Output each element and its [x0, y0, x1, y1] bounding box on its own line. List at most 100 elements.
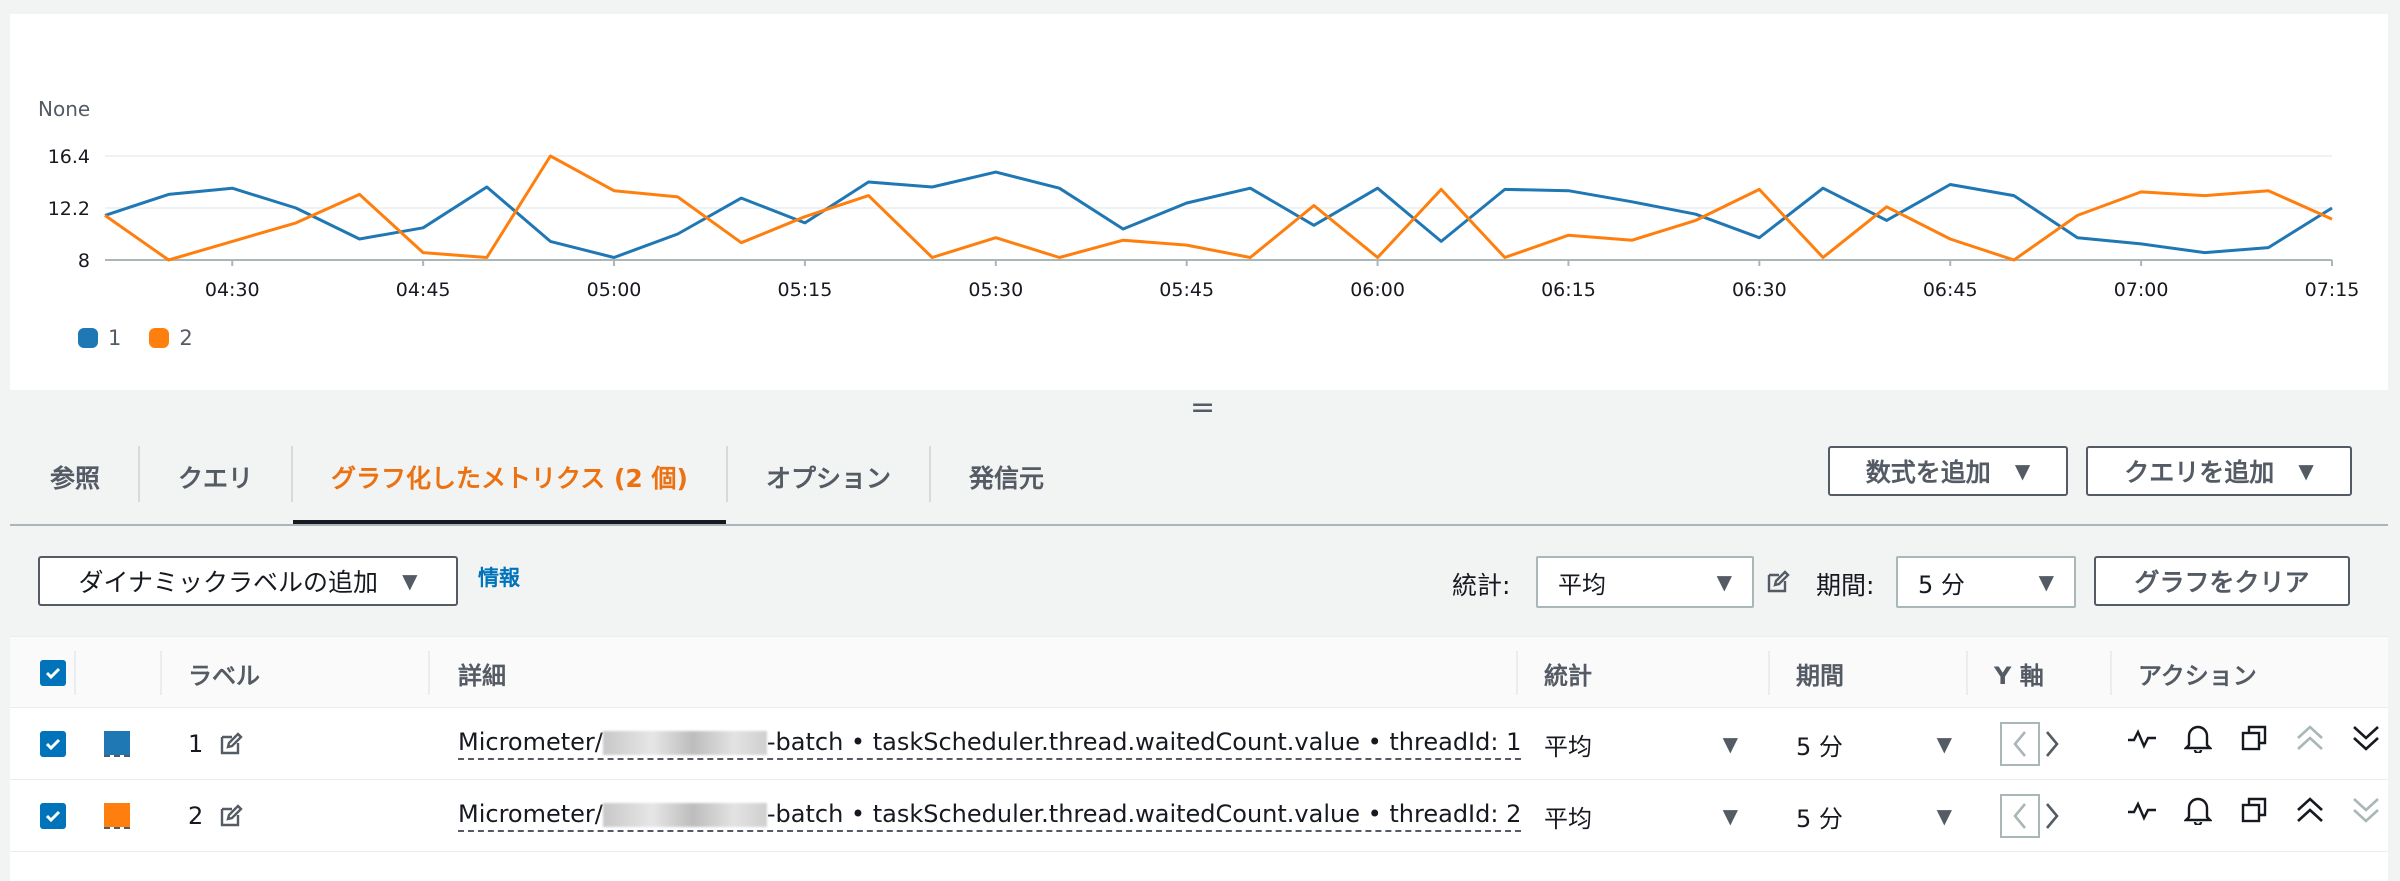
row-detail-cell: Micrometer/ -batch • taskScheduler.thread…	[458, 780, 1522, 852]
detail-suffix: -batch • taskScheduler.thread.waitedCoun…	[766, 728, 1522, 756]
row-checkbox[interactable]	[40, 731, 66, 757]
x-tick-label: 06:45	[1923, 279, 1978, 301]
caret-down-icon: ▼	[1716, 570, 1732, 594]
select-all-cell	[40, 637, 66, 709]
tab-browse[interactable]: 参照	[10, 430, 138, 524]
yaxis-left-button[interactable]	[2000, 722, 2040, 766]
header-details: 詳細	[458, 661, 506, 690]
x-tick-label: 06:30	[1732, 279, 1787, 301]
chart-legend: 1 2	[78, 326, 193, 350]
x-tick-label: 05:45	[1159, 279, 1214, 301]
period-select[interactable]: 5 分 ▼	[1896, 556, 2076, 608]
row-period-select[interactable]: 5 分 ▼	[1796, 708, 1952, 780]
caret-down-icon: ▼	[1936, 804, 1952, 828]
edit-stat-icon[interactable]	[1766, 570, 1790, 594]
row-label-cell: 1	[188, 708, 243, 780]
x-tick-label: 06:00	[1350, 279, 1405, 301]
chevron-right-icon[interactable]	[2040, 729, 2064, 759]
stat-label: 統計:	[1452, 571, 1511, 600]
header-divider	[1516, 651, 1518, 695]
clear-graph-button[interactable]: グラフをクリア	[2094, 556, 2350, 606]
sparkline-icon[interactable]	[2126, 794, 2158, 826]
add-dynamic-label-button[interactable]: ダイナミックラベルの追加 ▼	[38, 556, 458, 606]
caret-down-icon: ▼	[1936, 732, 1952, 756]
row-checkbox[interactable]	[40, 803, 66, 829]
add-query-button[interactable]: クエリを追加 ▼	[2086, 446, 2352, 496]
edit-label-icon[interactable]	[219, 732, 243, 756]
series-color-swatch[interactable]	[104, 803, 130, 829]
tab-options[interactable]: オプション	[728, 430, 929, 524]
yaxis-toggle[interactable]	[2000, 722, 2070, 766]
line-chart: None 16.4 12.2 8 04:30 04:45 05:00 05:15 05:30 05…	[38, 97, 2360, 301]
table-row: 1 Micrometer/ -batch • taskScheduler.thre…	[10, 708, 2388, 780]
header-divider	[2110, 651, 2112, 695]
edit-label-icon[interactable]	[219, 804, 243, 828]
info-link[interactable]: 情報	[478, 562, 520, 592]
series-color-swatch[interactable]	[104, 731, 130, 757]
chevron-right-icon[interactable]	[2040, 801, 2064, 831]
move-down-icon	[2350, 794, 2382, 826]
caret-down-icon: ▼	[402, 569, 418, 593]
row-period-value: 5 分	[1796, 804, 1843, 833]
add-dynamic-label-text: ダイナミックラベルの追加	[78, 568, 379, 597]
row-checkbox-cell	[40, 780, 66, 852]
legend-label-1: 1	[108, 326, 122, 350]
row-stat-select[interactable]: 平均 ▼	[1544, 780, 1738, 852]
header-actions: アクション	[2138, 661, 2257, 690]
detail-suffix: -batch • taskScheduler.thread.waitedCoun…	[766, 800, 1522, 828]
metric-detail[interactable]: Micrometer/ -batch • taskScheduler.thread…	[458, 728, 1522, 760]
check-icon	[45, 667, 61, 680]
resize-handle[interactable]: =	[1190, 393, 1215, 423]
alarm-bell-icon[interactable]	[2182, 794, 2214, 826]
y-tick-label: 8	[78, 250, 90, 272]
metrics-table: ラベル 詳細 統計 期間 Y 軸 アクション 1 Micrometer/ -bat…	[10, 636, 2388, 881]
chevron-left-icon	[2013, 731, 2026, 757]
row-actions	[2126, 794, 2382, 826]
duplicate-icon[interactable]	[2238, 722, 2270, 754]
legend-item-1[interactable]: 1	[78, 326, 121, 350]
series-line-1	[104, 170, 2333, 259]
move-up-icon	[2294, 722, 2326, 754]
add-math-button[interactable]: 数式を追加 ▼	[1828, 446, 2068, 496]
tab-source[interactable]: 発信元	[931, 430, 1082, 524]
row-detail-cell: Micrometer/ -batch • taskScheduler.thread…	[458, 708, 1522, 780]
period-select-value: 5 分	[1918, 570, 1965, 599]
clear-graph-label: グラフをクリア	[2134, 568, 2310, 597]
row-stat-value: 平均	[1544, 804, 1592, 833]
redacted-namespace	[602, 731, 767, 755]
select-all-checkbox[interactable]	[40, 660, 66, 686]
table-header: ラベル 詳細 統計 期間 Y 軸 アクション	[10, 636, 2388, 708]
legend-swatch-2	[149, 328, 170, 348]
caret-down-icon: ▼	[2298, 459, 2314, 483]
row-stat-select[interactable]: 平均 ▼	[1544, 708, 1738, 780]
table-row: 2 Micrometer/ -batch • taskScheduler.thre…	[10, 780, 2388, 852]
move-up-icon[interactable]	[2294, 794, 2326, 826]
caret-down-icon: ▼	[2014, 459, 2031, 483]
caret-down-icon: ▼	[2038, 570, 2054, 594]
row-stat-value: 平均	[1544, 732, 1592, 761]
x-tick-label: 05:00	[587, 279, 642, 301]
header-divider	[160, 651, 162, 695]
x-tick-label: 05:30	[968, 279, 1023, 301]
x-tick-label: 07:15	[2305, 279, 2360, 301]
tab-query[interactable]: クエリ	[140, 430, 291, 524]
row-period-select[interactable]: 5 分 ▼	[1796, 780, 1952, 852]
y-tick-label: 16.4	[48, 146, 90, 168]
detail-prefix: Micrometer/	[458, 728, 603, 756]
caret-down-icon: ▼	[1722, 732, 1738, 756]
sparkline-icon[interactable]	[2126, 722, 2158, 754]
yaxis-left-button[interactable]	[2000, 794, 2040, 838]
header-stat: 統計	[1544, 661, 1592, 690]
stat-select[interactable]: 平均 ▼	[1536, 556, 1754, 608]
metric-detail[interactable]: Micrometer/ -batch • taskScheduler.thread…	[458, 800, 1522, 832]
tab-graphed-metrics[interactable]: グラフ化したメトリクス (2 個)	[293, 430, 726, 524]
duplicate-icon[interactable]	[2238, 794, 2270, 826]
alarm-bell-icon[interactable]	[2182, 722, 2214, 754]
stat-select-value: 平均	[1558, 570, 1606, 599]
chevron-left-icon	[2013, 803, 2026, 829]
check-icon	[45, 738, 61, 751]
row-label: 1	[188, 730, 204, 758]
legend-item-2[interactable]: 2	[149, 326, 193, 350]
move-down-icon[interactable]	[2350, 722, 2382, 754]
yaxis-toggle[interactable]	[2000, 794, 2070, 838]
